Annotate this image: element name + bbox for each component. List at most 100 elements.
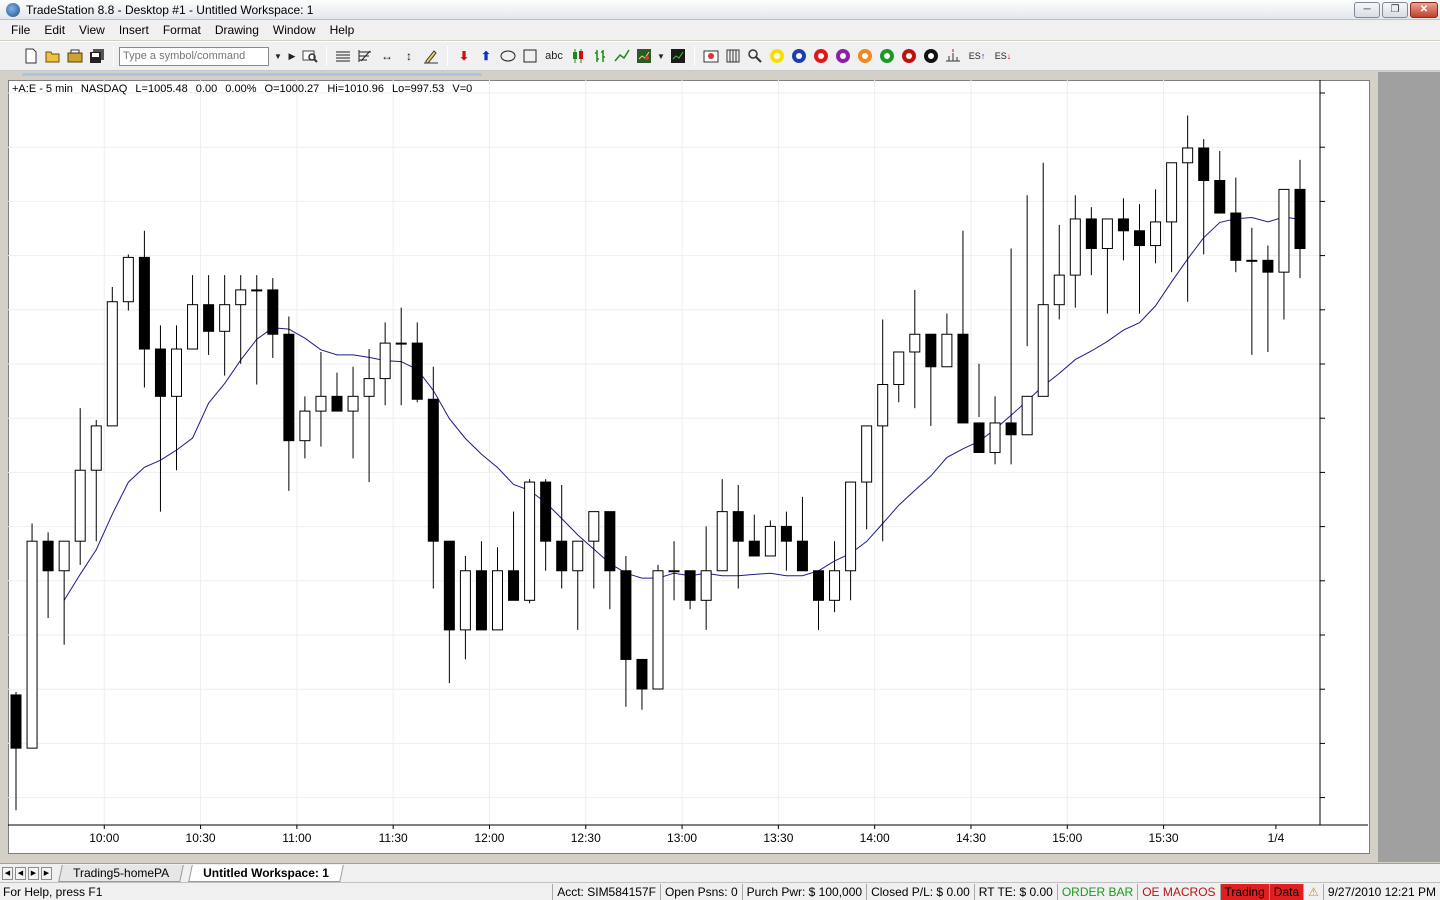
open-folder-button[interactable] [44, 47, 62, 65]
chart-analysis-dropdown[interactable]: ▼ [657, 47, 665, 65]
horizontal-arrow-button[interactable]: ↔ [378, 47, 396, 65]
link-group-1-icon [774, 53, 780, 59]
candle-up [1278, 188, 1290, 273]
link-group-5-icon [862, 53, 868, 59]
position-graph-icon [946, 49, 960, 62]
close-button[interactable]: ✕ [1410, 2, 1438, 18]
symbol-lookup-button[interactable] [301, 47, 319, 65]
menu-view[interactable]: View [72, 20, 112, 40]
oe-macros-indicator[interactable]: OE MACROS [1137, 883, 1219, 900]
horizontal-lines-button[interactable] [334, 47, 352, 65]
matrix-button[interactable] [724, 47, 742, 65]
new-chart-button[interactable] [669, 47, 687, 65]
symbol-command-input[interactable] [119, 46, 269, 66]
menu-format[interactable]: Format [156, 20, 208, 40]
workspace-button[interactable] [66, 47, 84, 65]
arrow-up-button[interactable]: ⬆ [477, 47, 495, 65]
symbol-dropdown-button[interactable]: ▼ [273, 47, 283, 65]
candle-up [251, 289, 263, 292]
menu-insert[interactable]: Insert [112, 20, 156, 40]
toolbar: ▼ ▶ ↔ ↕ ⬇ ⬆ abc ▼ ES↑ ES↓ [0, 41, 1440, 71]
scanner-button[interactable] [746, 47, 764, 65]
time-tick-label: 14:00 [860, 831, 890, 845]
alert-icon[interactable]: ⚠ [1303, 883, 1323, 900]
chart-change: 0.00 [195, 83, 218, 95]
sell-es-button[interactable]: ES ↓ [992, 47, 1014, 65]
link-group-1-button[interactable] [770, 49, 784, 63]
restore-button[interactable]: ❐ [1382, 2, 1408, 18]
rectangle-button[interactable] [521, 47, 539, 65]
link-group-5-button[interactable] [858, 49, 872, 63]
candle-down [411, 342, 423, 400]
vertical-arrow-button[interactable]: ↕ [400, 47, 418, 65]
open-folder-icon [45, 51, 60, 63]
candle-down [1085, 218, 1097, 250]
candle-down [780, 525, 792, 542]
chart-open: O=1000.27 [264, 83, 320, 95]
tab-untitled-workspace[interactable]: Untitled Workspace: 1 [188, 864, 344, 882]
chevron-down-icon: ▼ [657, 51, 665, 61]
link-group-2-button[interactable] [792, 49, 806, 63]
help-text: For Help, press F1 [3, 884, 103, 899]
order-bar-indicator[interactable]: ORDER BAR [1056, 883, 1137, 900]
candle-down [1262, 259, 1274, 273]
menu-file[interactable]: File [4, 20, 37, 40]
candle-down [556, 540, 568, 572]
radar-screen-button[interactable] [702, 47, 720, 65]
candle-down [1198, 147, 1210, 182]
candle-up [668, 570, 680, 573]
menu-edit[interactable]: Edit [37, 20, 72, 40]
link-group-8-button[interactable] [924, 49, 938, 63]
text-tool-button[interactable]: abc [543, 47, 565, 65]
link-group-6-button[interactable] [880, 49, 894, 63]
save-all-button[interactable] [88, 47, 106, 65]
candle-up [171, 348, 182, 397]
arrow-down-button[interactable]: ⬇ [455, 47, 473, 65]
candle-down [1117, 218, 1129, 232]
tab-label: Untitled Workspace: 1 [203, 865, 329, 880]
link-group-4-icon [840, 53, 846, 59]
new-document-button[interactable] [22, 47, 40, 65]
candle-up [909, 333, 921, 353]
candle-down [796, 540, 808, 572]
fib-lines-button[interactable] [356, 47, 374, 65]
candle-up [106, 301, 118, 427]
tab-first-button[interactable]: ◀ [2, 866, 13, 880]
candlestick-style-button[interactable] [569, 47, 587, 65]
tab-next-button[interactable]: ▶ [28, 866, 39, 880]
tab-last-button[interactable]: ▶ [41, 866, 52, 880]
trading-indicator[interactable]: Trading [1219, 883, 1269, 900]
link-group-4-button[interactable] [836, 49, 850, 63]
candle-down [1005, 422, 1017, 436]
candle-up [363, 378, 375, 397]
link-group-3-button[interactable] [814, 49, 828, 63]
candle-down [540, 481, 552, 542]
ellipse-button[interactable] [499, 47, 517, 65]
workspace-background [1378, 72, 1440, 862]
window-title: TradeStation 8.8 - Desktop #1 - Untitled… [26, 2, 314, 17]
line-style-button[interactable] [613, 47, 631, 65]
chart-scroll-strip[interactable] [22, 73, 482, 76]
tab-trading5-homepa[interactable]: Trading5-homePA [58, 864, 184, 882]
data-indicator[interactable]: Data [1268, 883, 1304, 900]
last-icon: ▶ [43, 869, 50, 877]
candle-down [748, 540, 760, 557]
position-graph-button[interactable] [944, 47, 962, 65]
price-chart[interactable]: 10:00 10:30 11:00 11:30 12:00 12:30 13:00 13:30… [8, 80, 1370, 854]
minimize-button[interactable]: ─ [1354, 2, 1380, 18]
link-group-7-button[interactable] [902, 49, 916, 63]
menu-window[interactable]: Window [266, 20, 323, 40]
pencil-icon [424, 50, 438, 64]
chart-low: Lo=997.53 [392, 83, 445, 95]
menu-drawing[interactable]: Drawing [208, 20, 266, 40]
chart-analysis-button[interactable] [635, 47, 653, 65]
candle-up [700, 570, 712, 601]
go-button[interactable]: ▶ [287, 47, 297, 65]
chart-change-pct: 0.00% [225, 83, 257, 95]
restore-icon: ❐ [1390, 4, 1400, 15]
trendline-button[interactable] [422, 47, 440, 65]
buy-es-button[interactable]: ES ↑ [966, 47, 988, 65]
menu-help[interactable]: Help [323, 20, 362, 40]
tab-prev-button[interactable]: ◀ [15, 866, 26, 880]
bar-style-button[interactable] [591, 47, 609, 65]
